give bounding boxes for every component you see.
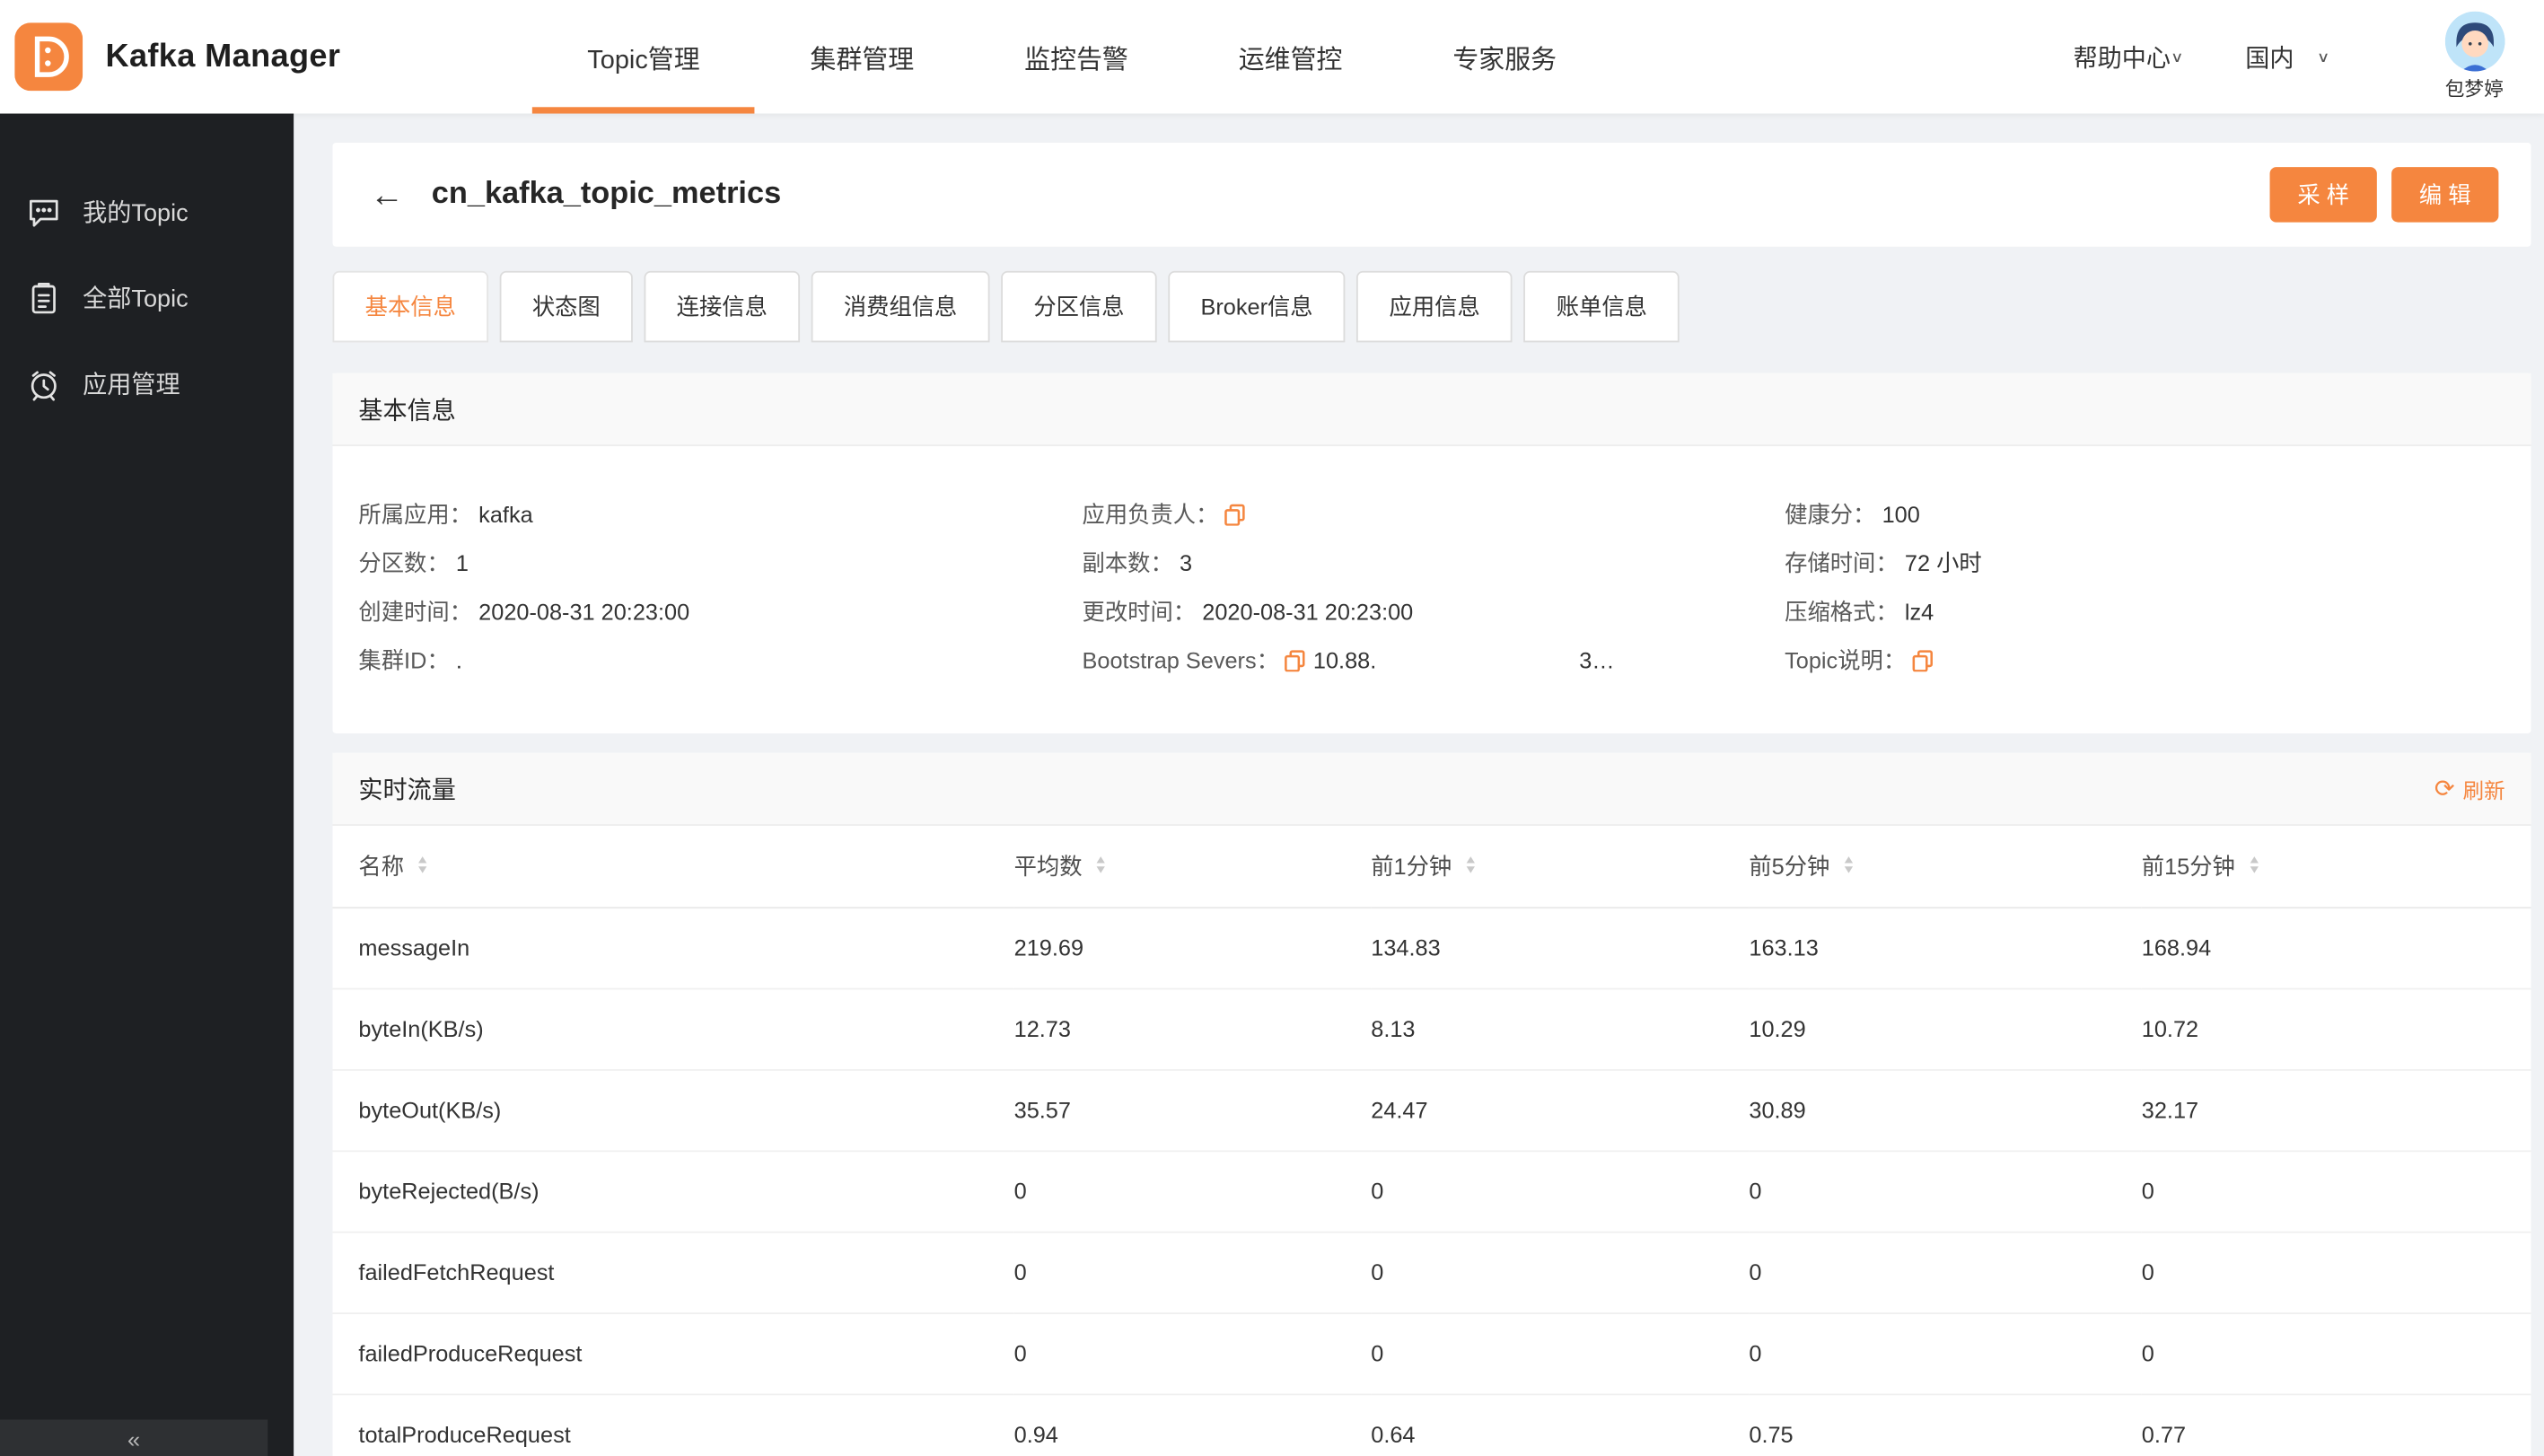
user-profile[interactable]: 包梦婷 [2430,11,2544,102]
basic-info-details: 所属应用： kafka 应用负责人： 健康分： 100 分区数： 1 副本数： … [333,446,2531,733]
header-right: 帮助中心 ∨ 国内 ∨ 包梦婷 [2074,0,2544,114]
sort-icon[interactable]: ▲ ▼ [2247,855,2261,875]
help-center-label: 帮助中心 [2073,44,2171,73]
table-row: totalProduceRequest 0.94 0.64 0.75 0.77 [332,1393,2531,1456]
sort-icon[interactable]: ▲ ▼ [1093,855,1108,875]
nav-topic-management[interactable]: Topic管理 [531,0,756,114]
chat-bubble-icon [29,198,58,226]
chevron-down-icon: ∨ [2171,49,2184,66]
sample-button[interactable]: 采 样 [2269,167,2377,223]
table-row: byteOut(KB/s) 35.57 24.47 30.89 32.17 [332,1069,2531,1152]
field-topic-description: Topic说明： [1785,636,2505,685]
top-header: Kafka Manager Topic管理 集群管理 监控告警 运维管控 专家服… [0,0,2544,114]
avatar [2443,11,2505,72]
region-label: 国内 [2245,44,2294,73]
table-row: byteIn(KB/s) 12.73 8.13 10.29 10.72 [332,987,2531,1070]
refresh-icon: ⟳ [2434,775,2455,803]
column-header-last-1-min: 前1分钟 [1371,853,1452,880]
help-center-menu[interactable]: 帮助中心 ∨ [2074,39,2184,74]
column-header-average: 平均数 [1013,853,1083,880]
back-arrow-icon[interactable]: ← [370,178,404,212]
sort-icon[interactable]: ▲ ▼ [416,855,430,875]
sidebar-item-label: 应用管理 [83,371,180,399]
tab-status-chart[interactable]: 状态图 [499,270,633,343]
field-replica-count: 副本数： 3 [1082,549,1193,576]
sidebar-item-label: 全部Topic [83,285,189,313]
basic-info-card: 基本信息 所属应用： kafka 应用负责人： 健康分： 100 分区数： 1 … [332,373,2531,733]
tab-partition-info[interactable]: 分区信息 [1001,270,1157,343]
page-title: cn_kafka_topic_metrics [431,177,782,211]
table-header-row: 名称 ▲ ▼ 平均数 ▲ ▼ 前1分钟 ▲ ▼ 前5分钟 ▲ ▼ 前15分钟 ▲ ▼ [332,825,2531,908]
user-name: 包梦婷 [2444,77,2504,101]
section-title: 实时流量 [358,776,456,804]
field-modify-time: 更改时间： 2020-08-31 20:23:00 [1082,598,1414,625]
refresh-label: 刷新 [2462,777,2505,803]
sidebar-item-all-topic[interactable]: 全部Topic [0,255,294,341]
refresh-button[interactable]: ⟳ 刷新 [2434,773,2505,803]
tab-consumer-group-info[interactable]: 消费组信息 [811,270,990,343]
section-title: 基本信息 [358,396,456,425]
main-content: ← cn_kafka_topic_metrics 采 样 编 辑 基本信息 状态… [294,114,2544,1456]
nav-expert-service[interactable]: 专家服务 [1398,0,1612,114]
sort-icon[interactable]: ▲ ▼ [1463,855,1478,875]
field-app-owner: 应用负责人： [1083,490,1785,539]
copy-icon[interactable] [1911,649,1934,672]
table-row: messageIn 219.69 134.83 163.13 168.94 [332,907,2531,989]
sidebar-item-app-management[interactable]: 应用管理 [0,341,294,427]
clipboard-icon [31,282,56,313]
region-selector[interactable]: 国内 ∨ [2245,39,2329,74]
basic-info-section-header: 基本信息 [332,373,2531,447]
collapse-icon: « [127,1425,141,1452]
detail-tabs: 基本信息 状态图 连接信息 消费组信息 分区信息 Broker信息 应用信息 账… [332,270,2531,343]
tab-app-info[interactable]: 应用信息 [1356,270,1513,343]
tab-billing-info[interactable]: 账单信息 [1523,270,1680,343]
main-nav: Topic管理 集群管理 监控告警 运维管控 专家服务 [531,0,1612,114]
alarm-icon [31,370,57,400]
column-header-last-5-min: 前5分钟 [1749,853,1830,880]
column-header-name: 名称 [358,853,405,880]
topic-title-card: ← cn_kafka_topic_metrics 采 样 编 辑 [332,143,2531,247]
nav-cluster-management[interactable]: 集群管理 [755,0,969,114]
nav-monitoring-alerts[interactable]: 监控告警 [969,0,1184,114]
copy-icon[interactable] [1284,649,1306,672]
chevron-down-icon: ∨ [2316,49,2330,66]
tab-connection-info[interactable]: 连接信息 [644,270,801,343]
edit-button[interactable]: 编 辑 [2391,167,2499,223]
app-logo-icon [14,22,83,92]
title-actions: 采 样 编 辑 [2269,167,2499,223]
table-row: failedFetchRequest 0 0 0 0 [332,1231,2531,1314]
sort-icon[interactable]: ▲ ▼ [1841,855,1855,875]
field-health-score: 健康分： 100 [1785,501,1920,528]
field-retention-time: 存储时间： 72 小时 [1785,549,1982,576]
sidebar-item-label: 我的Topic [83,199,189,228]
field-partition-count: 分区数： 1 [358,549,469,576]
table-row: byteRejected(B/s) 0 0 0 0 [332,1150,2531,1232]
realtime-section-header: 实时流量 ⟳ 刷新 [332,752,2531,826]
tab-basic-info[interactable]: 基本信息 [332,270,489,343]
metrics-table: 名称 ▲ ▼ 平均数 ▲ ▼ 前1分钟 ▲ ▼ 前5分钟 ▲ ▼ 前15分钟 ▲ ▼ message… [332,825,2531,1456]
sidebar-collapse-toggle[interactable]: « [0,1419,268,1456]
field-create-time: 创建时间： 2020-08-31 20:23:00 [358,598,690,625]
column-header-last-15-min: 前15分钟 [2141,853,2235,880]
table-row: failedProduceRequest 0 0 0 0 [332,1312,2531,1395]
field-compression-format: 压缩格式： lz4 [1785,598,1934,625]
sidebar: 我的Topic 全部Topic 应用管理 « [0,113,294,1456]
field-cluster-id: 集群ID： . [358,647,462,674]
tab-broker-info[interactable]: Broker信息 [1168,270,1346,343]
screen: Kafka Manager Topic管理 集群管理 监控告警 运维管控 专家服… [0,0,2544,1456]
sidebar-item-my-topic[interactable]: 我的Topic [0,169,294,255]
app: Kafka Manager Topic管理 集群管理 监控告警 运维管控 专家服… [0,0,2544,1456]
field-owning-app: 所属应用： kafka [358,501,533,528]
brand-name: Kafka Manager [105,38,341,75]
copy-icon[interactable] [1224,503,1246,526]
realtime-traffic-card: 实时流量 ⟳ 刷新 名称 ▲ ▼ 平均数 ▲ ▼ 前1分钟 ▲ ▼ 前5分钟 ▲ ▼ 前15分钟… [332,752,2531,1456]
nav-ops-control[interactable]: 运维管控 [1183,0,1398,114]
brand[interactable]: Kafka Manager [0,0,532,114]
sidebar-menu: 我的Topic 全部Topic 应用管理 [0,114,294,427]
field-bootstrap-servers: Bootstrap Severs： 10.88. 3… [1082,647,1615,674]
